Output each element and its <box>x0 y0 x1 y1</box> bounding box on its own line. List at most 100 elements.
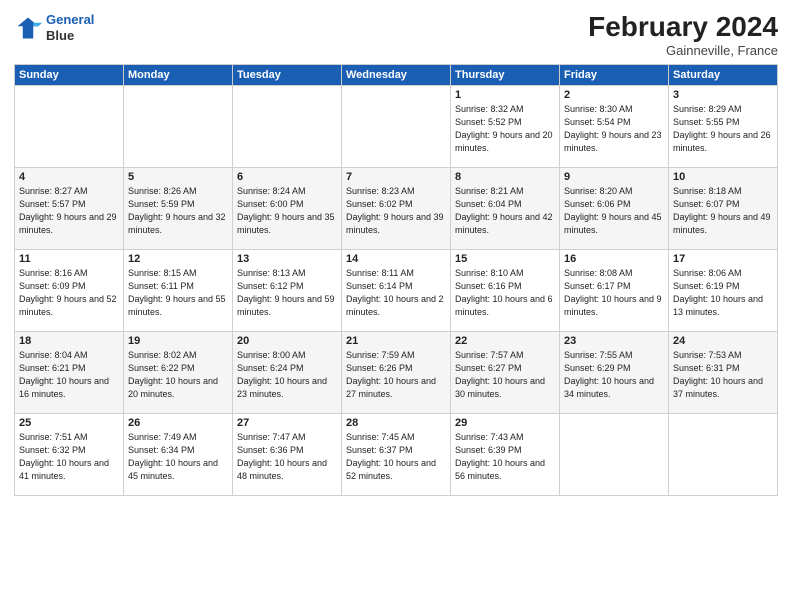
day-info: Sunrise: 8:30 AM Sunset: 5:54 PM Dayligh… <box>564 103 664 155</box>
calendar-week-row: 1 Sunrise: 8:32 AM Sunset: 5:52 PM Daylig… <box>15 85 778 167</box>
day-info: Sunrise: 8:24 AM Sunset: 6:00 PM Dayligh… <box>237 185 337 237</box>
table-row: 16Sunrise: 8:08 AM Sunset: 6:17 PM Dayli… <box>560 249 669 331</box>
day-info: Sunrise: 8:29 AM Sunset: 5:55 PM Dayligh… <box>673 103 773 155</box>
table-row: 4 Sunrise: 8:27 AM Sunset: 5:57 PM Daylig… <box>15 167 124 249</box>
day-info: Sunrise: 8:04 AM Sunset: 6:21 PM Dayligh… <box>19 349 119 401</box>
calendar-week-row: 25 Sunrise: 7:51 AM Sunset: 6:32 PM Dayli… <box>15 413 778 495</box>
day-info: Sunrise: 8:16 AM Sunset: 6:09 PM Dayligh… <box>19 267 119 319</box>
table-row: 19 Sunrise: 8:02 AM Sunset: 6:22 PM Dayli… <box>124 331 233 413</box>
header: General Blue February 2024 Gainneville, … <box>14 12 778 58</box>
table-row: 9Sunrise: 8:20 AM Sunset: 6:06 PM Daylig… <box>560 167 669 249</box>
table-row: 18 Sunrise: 8:04 AM Sunset: 6:21 PM Dayli… <box>15 331 124 413</box>
table-row: 29Sunrise: 7:43 AM Sunset: 6:39 PM Dayli… <box>451 413 560 495</box>
month-title: February 2024 <box>588 12 778 43</box>
table-row: 15 Sunrise: 8:10 AM Sunset: 6:16 PM Dayli… <box>451 249 560 331</box>
day-info: Sunrise: 8:06 AM Sunset: 6:19 PM Dayligh… <box>673 267 773 319</box>
day-number: 15 <box>455 253 555 265</box>
day-number: 19 <box>128 335 228 347</box>
day-info: Sunrise: 7:59 AM Sunset: 6:26 PM Dayligh… <box>346 349 446 401</box>
day-info: Sunrise: 8:21 AM Sunset: 6:04 PM Dayligh… <box>455 185 555 237</box>
table-row: 1 Sunrise: 8:32 AM Sunset: 5:52 PM Daylig… <box>451 85 560 167</box>
day-number: 22 <box>455 335 555 347</box>
table-row: 17 Sunrise: 8:06 AM Sunset: 6:19 PM Dayli… <box>669 249 778 331</box>
table-row: 5Sunrise: 8:26 AM Sunset: 5:59 PM Daylig… <box>124 167 233 249</box>
table-row: 6 Sunrise: 8:24 AM Sunset: 6:00 PM Daylig… <box>233 167 342 249</box>
day-number: 14 <box>346 253 446 265</box>
day-number: 23 <box>564 335 664 347</box>
day-number: 26 <box>128 417 228 429</box>
header-tuesday: Tuesday <box>233 64 342 85</box>
table-row <box>669 413 778 495</box>
day-info: Sunrise: 8:11 AM Sunset: 6:14 PM Dayligh… <box>346 267 446 319</box>
day-info: Sunrise: 8:18 AM Sunset: 6:07 PM Dayligh… <box>673 185 773 237</box>
day-number: 2 <box>564 89 664 101</box>
page-container: General Blue February 2024 Gainneville, … <box>0 0 792 612</box>
calendar-week-row: 4 Sunrise: 8:27 AM Sunset: 5:57 PM Daylig… <box>15 167 778 249</box>
day-number: 17 <box>673 253 773 265</box>
table-row: 7 Sunrise: 8:23 AM Sunset: 6:02 PM Daylig… <box>342 167 451 249</box>
day-number: 20 <box>237 335 337 347</box>
header-sunday: Sunday <box>15 64 124 85</box>
table-row: 2 Sunrise: 8:30 AM Sunset: 5:54 PM Daylig… <box>560 85 669 167</box>
calendar-week-row: 18 Sunrise: 8:04 AM Sunset: 6:21 PM Dayli… <box>15 331 778 413</box>
day-number: 25 <box>19 417 119 429</box>
header-thursday: Thursday <box>451 64 560 85</box>
calendar-week-row: 11 Sunrise: 8:16 AM Sunset: 6:09 PM Dayli… <box>15 249 778 331</box>
location: Gainneville, France <box>588 43 778 58</box>
day-info: Sunrise: 8:10 AM Sunset: 6:16 PM Dayligh… <box>455 267 555 319</box>
table-row <box>560 413 669 495</box>
table-row: 11 Sunrise: 8:16 AM Sunset: 6:09 PM Dayli… <box>15 249 124 331</box>
day-number: 4 <box>19 171 119 183</box>
day-info: Sunrise: 8:27 AM Sunset: 5:57 PM Dayligh… <box>19 185 119 237</box>
day-info: Sunrise: 7:47 AM Sunset: 6:36 PM Dayligh… <box>237 431 337 483</box>
table-row: 14 Sunrise: 8:11 AM Sunset: 6:14 PM Dayli… <box>342 249 451 331</box>
day-number: 10 <box>673 171 773 183</box>
day-number: 13 <box>237 253 337 265</box>
day-info: Sunrise: 8:13 AM Sunset: 6:12 PM Dayligh… <box>237 267 337 319</box>
day-number: 6 <box>237 171 337 183</box>
table-row: 22 Sunrise: 7:57 AM Sunset: 6:27 PM Dayli… <box>451 331 560 413</box>
day-number: 7 <box>346 171 446 183</box>
table-row: 26 Sunrise: 7:49 AM Sunset: 6:34 PM Dayli… <box>124 413 233 495</box>
day-number: 11 <box>19 253 119 265</box>
table-row: 21 Sunrise: 7:59 AM Sunset: 6:26 PM Dayli… <box>342 331 451 413</box>
table-row: 20Sunrise: 8:00 AM Sunset: 6:24 PM Dayli… <box>233 331 342 413</box>
table-row: 28 Sunrise: 7:45 AM Sunset: 6:37 PM Dayli… <box>342 413 451 495</box>
table-row: 12 Sunrise: 8:15 AM Sunset: 6:11 PM Dayli… <box>124 249 233 331</box>
day-info: Sunrise: 8:23 AM Sunset: 6:02 PM Dayligh… <box>346 185 446 237</box>
day-info: Sunrise: 8:26 AM Sunset: 5:59 PM Dayligh… <box>128 185 228 237</box>
day-number: 1 <box>455 89 555 101</box>
header-monday: Monday <box>124 64 233 85</box>
table-row <box>342 85 451 167</box>
day-number: 16 <box>564 253 664 265</box>
day-number: 24 <box>673 335 773 347</box>
day-number: 28 <box>346 417 446 429</box>
day-info: Sunrise: 7:51 AM Sunset: 6:32 PM Dayligh… <box>19 431 119 483</box>
calendar-header-row: Sunday Monday Tuesday Wednesday Thursday… <box>15 64 778 85</box>
calendar-table: Sunday Monday Tuesday Wednesday Thursday… <box>14 64 778 496</box>
header-wednesday: Wednesday <box>342 64 451 85</box>
table-row: 25 Sunrise: 7:51 AM Sunset: 6:32 PM Dayli… <box>15 413 124 495</box>
day-number: 12 <box>128 253 228 265</box>
day-number: 21 <box>346 335 446 347</box>
table-row: 24Sunrise: 7:53 AM Sunset: 6:31 PM Dayli… <box>669 331 778 413</box>
header-saturday: Saturday <box>669 64 778 85</box>
table-row: 8 Sunrise: 8:21 AM Sunset: 6:04 PM Daylig… <box>451 167 560 249</box>
day-number: 8 <box>455 171 555 183</box>
day-info: Sunrise: 7:57 AM Sunset: 6:27 PM Dayligh… <box>455 349 555 401</box>
table-row <box>233 85 342 167</box>
table-row: 13 Sunrise: 8:13 AM Sunset: 6:12 PM Dayli… <box>233 249 342 331</box>
day-info: Sunrise: 7:45 AM Sunset: 6:37 PM Dayligh… <box>346 431 446 483</box>
header-friday: Friday <box>560 64 669 85</box>
table-row: 3Sunrise: 8:29 AM Sunset: 5:55 PM Daylig… <box>669 85 778 167</box>
day-info: Sunrise: 8:02 AM Sunset: 6:22 PM Dayligh… <box>128 349 228 401</box>
day-number: 18 <box>19 335 119 347</box>
day-info: Sunrise: 7:55 AM Sunset: 6:29 PM Dayligh… <box>564 349 664 401</box>
day-info: Sunrise: 8:15 AM Sunset: 6:11 PM Dayligh… <box>128 267 228 319</box>
day-info: Sunrise: 7:49 AM Sunset: 6:34 PM Dayligh… <box>128 431 228 483</box>
table-row <box>124 85 233 167</box>
day-number: 27 <box>237 417 337 429</box>
day-number: 9 <box>564 171 664 183</box>
day-info: Sunrise: 8:32 AM Sunset: 5:52 PM Dayligh… <box>455 103 555 155</box>
logo-icon <box>14 14 42 42</box>
